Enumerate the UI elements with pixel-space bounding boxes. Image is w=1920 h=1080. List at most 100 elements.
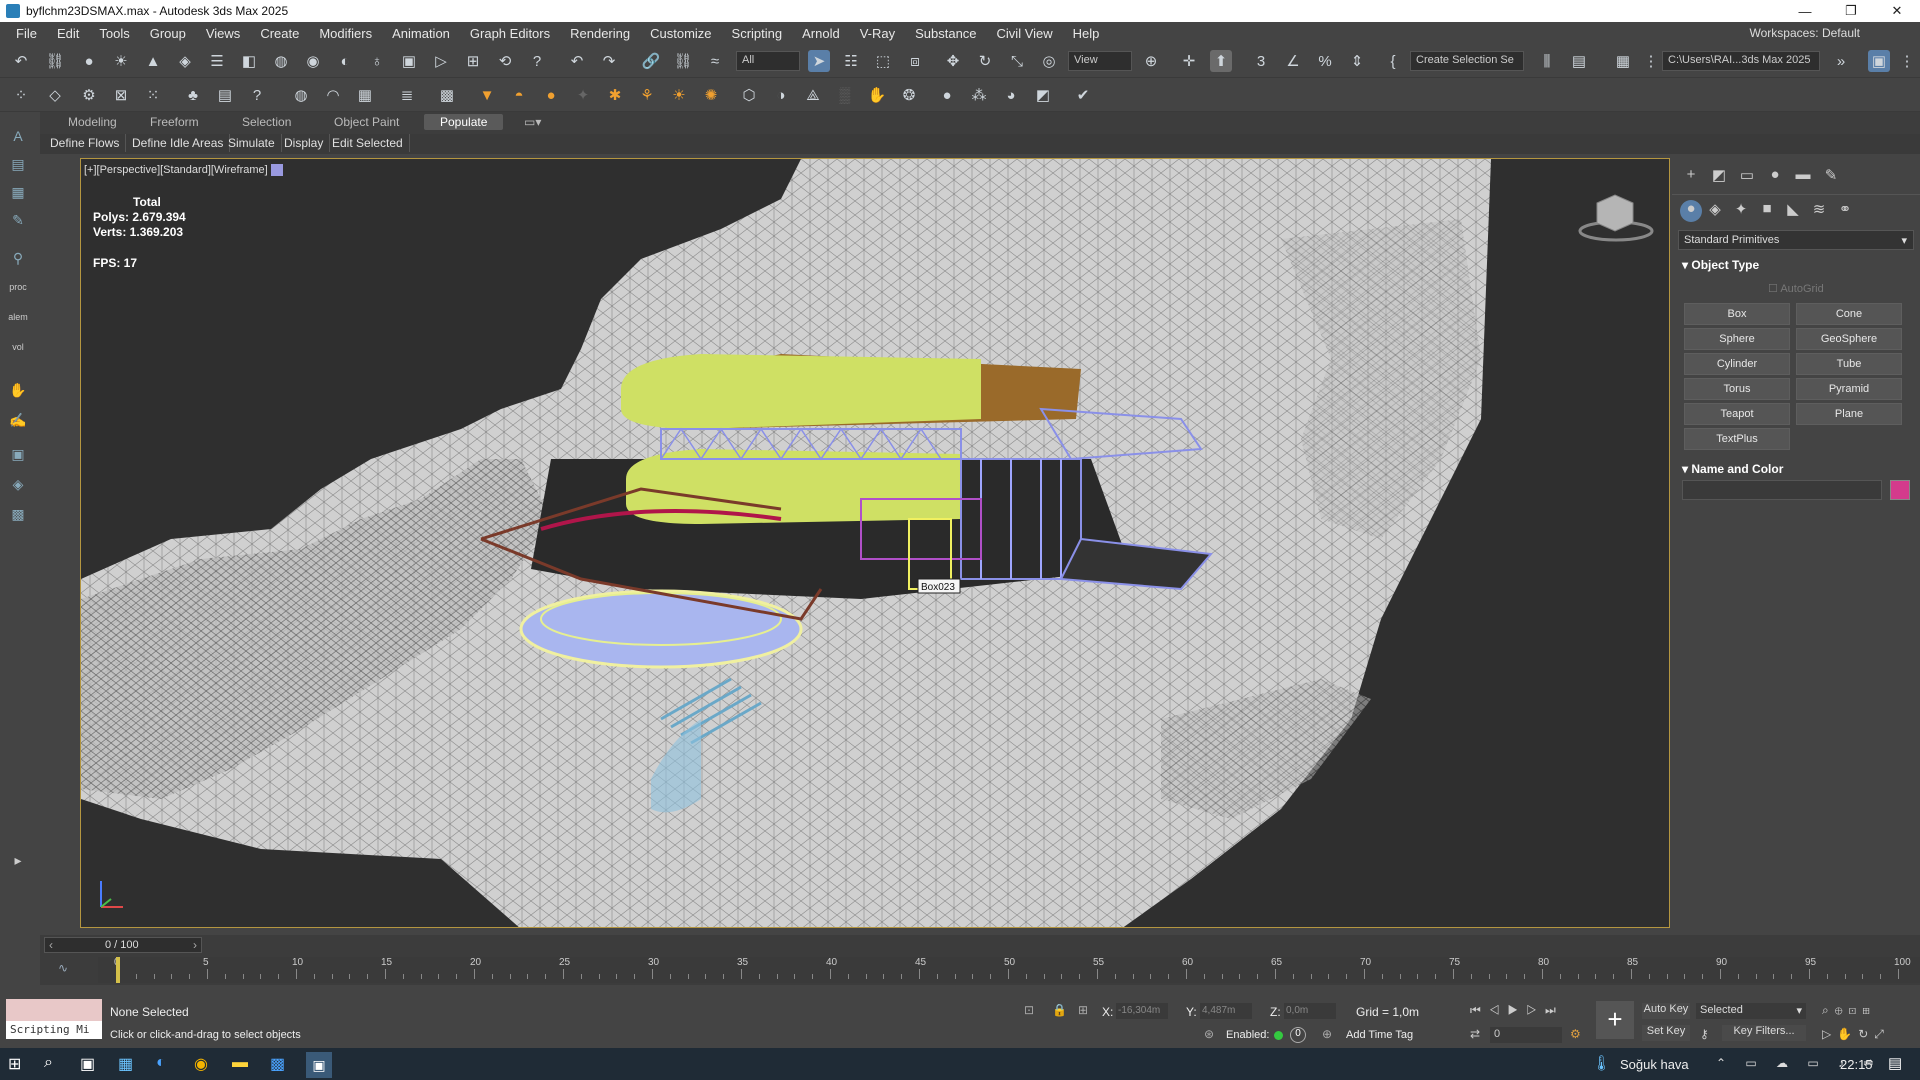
- shapes-icon[interactable]: ◈: [1704, 200, 1726, 222]
- material-ball-icon[interactable]: ●: [936, 84, 958, 106]
- select-link-icon[interactable]: 🔗: [640, 50, 662, 72]
- y-coordinate-field[interactable]: 4,487m: [1200, 1003, 1252, 1019]
- zoom-extents-icon[interactable]: ⊡: [1849, 1003, 1863, 1017]
- view-icon[interactable]: ⊠: [110, 84, 132, 106]
- stat-icon[interactable]: ◧: [238, 50, 260, 72]
- teapot-icon[interactable]: ◍: [270, 50, 292, 72]
- unlink-icon[interactable]: ⛓: [672, 50, 694, 72]
- add-time-tag[interactable]: Add Time Tag: [1346, 1029, 1413, 1041]
- maxscript-mini-listener[interactable]: Scripting Mi: [6, 1021, 102, 1039]
- workspace-selector[interactable]: Workspaces: Default: [1749, 26, 1860, 40]
- tab-freeform[interactable]: Freeform: [150, 115, 199, 129]
- edge-browser-icon[interactable]: ◐: [156, 1054, 166, 1072]
- rotate-icon[interactable]: ↻: [974, 50, 996, 72]
- dope-icon[interactable]: ▤: [214, 84, 236, 106]
- info-icon[interactable]: ?: [246, 84, 268, 106]
- globe-icon[interactable]: ◑: [770, 84, 792, 106]
- file-explorer-icon[interactable]: ▬: [232, 1054, 248, 1072]
- scene-tool-icon[interactable]: ▤: [6, 156, 30, 180]
- object-name-field[interactable]: [1682, 480, 1882, 500]
- camera-target-icon[interactable]: ⟁: [802, 84, 824, 106]
- edit-named-sel-icon[interactable]: {: [1382, 50, 1404, 72]
- geosphere-button[interactable]: GeoSphere: [1796, 328, 1902, 350]
- ribbon-options-icon[interactable]: ▭▾: [524, 115, 541, 129]
- task-view-icon[interactable]: ▣: [80, 1054, 95, 1074]
- sun-icon[interactable]: ☀: [110, 50, 132, 72]
- play-icon[interactable]: ▷: [430, 50, 452, 72]
- menu-create[interactable]: Create: [250, 26, 309, 41]
- systems-icon[interactable]: ⚭: [1834, 200, 1856, 222]
- adaptive-degradation-icon[interactable]: ⊛: [1204, 1027, 1214, 1041]
- menu-modifiers[interactable]: Modifiers: [309, 26, 382, 41]
- undo-scene-icon[interactable]: ↶: [10, 50, 32, 72]
- bulb-icon[interactable]: ♁: [366, 50, 388, 72]
- undo-icon[interactable]: ↶: [566, 50, 588, 72]
- tree-icon[interactable]: ♣: [182, 84, 204, 106]
- spacewarps-icon[interactable]: ≋: [1808, 200, 1830, 222]
- text-tool-icon[interactable]: A: [6, 128, 30, 152]
- menu-vray[interactable]: V-Ray: [850, 26, 905, 41]
- cylinder-button[interactable]: Cylinder: [1684, 353, 1790, 375]
- cone-button[interactable]: Cone: [1796, 303, 1902, 325]
- scene-explorer-icon[interactable]: ▦: [1612, 50, 1634, 72]
- define-idle-areas-button[interactable]: Define Idle Areas: [126, 134, 231, 152]
- box-button[interactable]: Box: [1684, 303, 1790, 325]
- edit-selected-button[interactable]: Edit Selected: [326, 134, 410, 152]
- vertex-icon[interactable]: ⁘: [10, 84, 32, 106]
- time-slider[interactable]: ‹ 0 / 100 ›: [44, 937, 202, 953]
- angle-snap-icon[interactable]: ∠: [1282, 50, 1304, 72]
- primitive-category-dropdown[interactable]: Standard Primitives ▾: [1678, 230, 1914, 250]
- menu-arnold[interactable]: Arnold: [792, 26, 850, 41]
- menu-animation[interactable]: Animation: [382, 26, 460, 41]
- app-icon-1[interactable]: ▩: [270, 1054, 285, 1074]
- window-crossing-icon[interactable]: ⧈: [904, 50, 926, 72]
- dome-light-icon[interactable]: ◓: [508, 84, 530, 106]
- mirror-icon[interactable]: ⫼: [1536, 50, 1558, 72]
- zoom-extents-all-icon[interactable]: ⊞: [1862, 1003, 1876, 1017]
- menu-group[interactable]: Group: [140, 26, 196, 41]
- save-icon[interactable]: ▣: [1868, 50, 1890, 72]
- sky-icon[interactable]: ✺: [700, 84, 722, 106]
- bind-warp-icon[interactable]: ≈: [704, 50, 726, 72]
- tube-button[interactable]: Tube: [1796, 353, 1902, 375]
- spinner-snap-icon[interactable]: ⇕: [1346, 50, 1368, 72]
- menu-file[interactable]: File: [6, 26, 47, 41]
- spot-light-icon[interactable]: ▼: [476, 84, 498, 106]
- link-icon[interactable]: ⛓: [44, 50, 66, 72]
- lock-selection-icon[interactable]: 🔒: [1052, 1003, 1067, 1017]
- absolute-mode-icon[interactable]: ⊞: [1078, 1003, 1088, 1017]
- light-icon[interactable]: ●: [78, 50, 100, 72]
- time-tag-icon[interactable]: ⊕: [1322, 1027, 1332, 1041]
- curve-editor-icon[interactable]: ∿: [58, 961, 68, 975]
- help-icon[interactable]: ?: [526, 50, 548, 72]
- tab-object-paint[interactable]: Object Paint: [334, 115, 399, 129]
- lights-icon[interactable]: ✦: [1730, 200, 1752, 222]
- omni-light-icon[interactable]: ✱: [604, 84, 626, 106]
- alem-tool[interactable]: alem: [6, 312, 30, 336]
- torus-button[interactable]: Torus: [1684, 378, 1790, 400]
- named-selection-dropdown[interactable]: Create Selection Se: [1410, 51, 1524, 71]
- dots-icon[interactable]: ⁙: [142, 84, 164, 106]
- orbit-view-icon[interactable]: ↻: [1858, 1027, 1874, 1041]
- tab-populate[interactable]: Populate: [424, 114, 504, 130]
- pan-icon[interactable]: ✋: [1837, 1027, 1858, 1041]
- proc-tool[interactable]: proc: [6, 282, 30, 306]
- cameras-icon[interactable]: ■: [1756, 200, 1778, 222]
- create-tab-icon[interactable]: +: [1680, 166, 1702, 188]
- project-folder-dropdown[interactable]: C:\Users\RAI...3ds Max 2025: [1662, 51, 1820, 71]
- zoom-all-icon[interactable]: ⊕: [1835, 1003, 1849, 1017]
- pivot-icon[interactable]: ⊕: [1140, 50, 1162, 72]
- edge-icon[interactable]: ◇: [44, 84, 66, 106]
- name-color-rollout[interactable]: ▾ Name and Color: [1682, 462, 1783, 476]
- menu-help[interactable]: Help: [1063, 26, 1110, 41]
- search-icon[interactable]: ⌕: [44, 1054, 53, 1072]
- paint-tool-icon[interactable]: ✎: [6, 212, 30, 236]
- teapot-button[interactable]: Teapot: [1684, 403, 1790, 425]
- snap-icon[interactable]: 3: [1250, 50, 1272, 72]
- geometry-icon[interactable]: ●: [1680, 200, 1702, 222]
- arc-icon[interactable]: ◠: [322, 84, 344, 106]
- frame-icon[interactable]: ▣: [398, 50, 420, 72]
- box-icon[interactable]: ▦: [354, 84, 376, 106]
- simulate-button[interactable]: Simulate: [222, 134, 282, 152]
- cube-icon[interactable]: ⬡: [738, 84, 760, 106]
